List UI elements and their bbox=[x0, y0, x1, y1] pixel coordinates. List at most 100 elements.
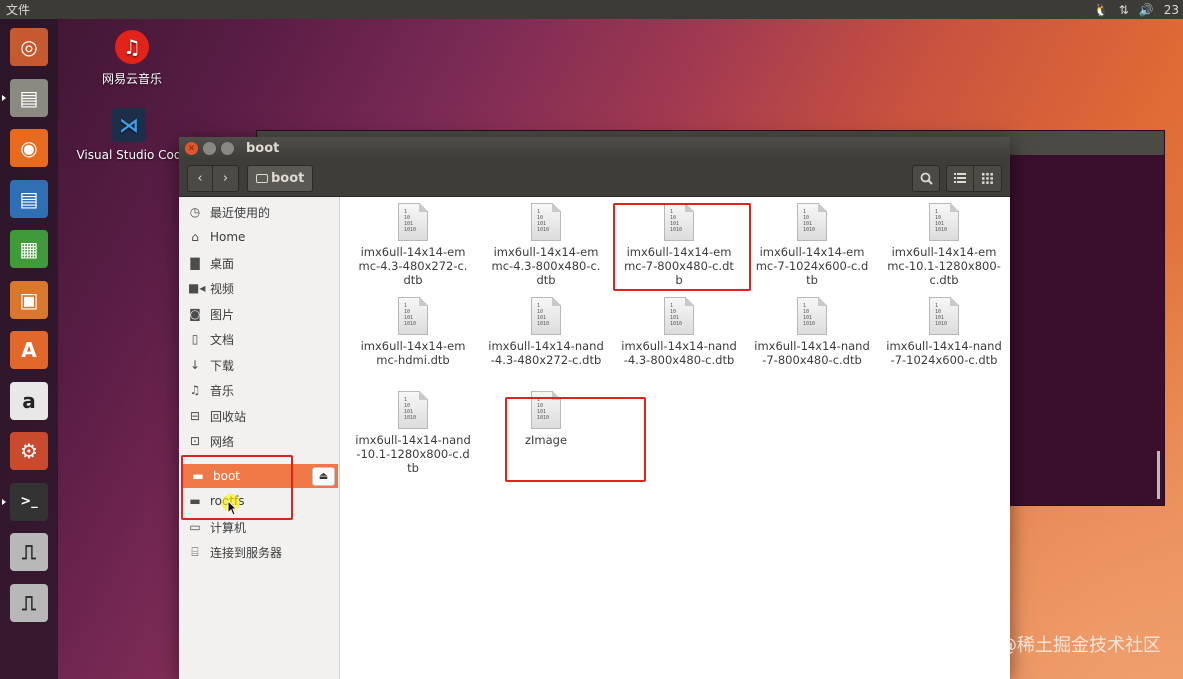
file-item[interactable]: 1 10 101 1010 imx6ull-14x14-emmc-4.3-480x… bbox=[355, 203, 471, 287]
camera-icon: ◙ bbox=[189, 307, 201, 321]
path-label: boot bbox=[271, 170, 305, 186]
launcher-item[interactable]: ⎍ bbox=[7, 530, 51, 574]
sidebar-item-label: 最近使用的 bbox=[210, 205, 271, 220]
file-item[interactable]: 1 10 101 1010 imx6ull-14x14-nand-4.3-480x… bbox=[488, 297, 604, 367]
libreoffice-writer-icon: ▤ bbox=[10, 179, 48, 218]
sidebar-item-回收站[interactable]: ⊟ 回收站 bbox=[179, 404, 340, 428]
binary-file-icon: 1 10 101 1010 bbox=[531, 203, 561, 241]
usb-drive-icon: ⎍ bbox=[10, 583, 48, 622]
launcher-item[interactable]: a bbox=[7, 379, 51, 423]
file-name: imx6ull-14x14-emmc-10.1-1280x800-c.dtb bbox=[887, 245, 1001, 287]
window-title: boot bbox=[246, 141, 280, 156]
sidebar-item-label: 回收站 bbox=[210, 409, 247, 424]
network-icon: ⊡ bbox=[189, 434, 201, 448]
network-indicator-icon[interactable]: ⇅ bbox=[1119, 3, 1129, 17]
minimize-icon[interactable] bbox=[203, 142, 216, 155]
eject-button[interactable]: ⏏ bbox=[312, 466, 335, 486]
sidebar-item-音乐[interactable]: ♫ 音乐 bbox=[179, 378, 340, 402]
desktop-icon-netease[interactable]: ♫ 网易云音乐 bbox=[92, 30, 172, 87]
file-icon-glyph: 1 10 101 1010 bbox=[404, 397, 417, 421]
close-icon[interactable]: ✕ bbox=[185, 142, 198, 155]
clock[interactable]: 23 bbox=[1164, 3, 1179, 17]
view-toggle bbox=[946, 164, 1002, 192]
sidebar-item-home[interactable]: ⌂ Home bbox=[179, 225, 340, 249]
sidebar-item-网络[interactable]: ⊡ 网络 bbox=[179, 429, 340, 453]
file-icon-glyph: 1 10 101 1010 bbox=[537, 303, 550, 327]
file-icon-glyph: 1 10 101 1010 bbox=[935, 209, 948, 233]
app-menu-file[interactable]: 文件 bbox=[0, 1, 30, 18]
launcher-item[interactable]: ▣ bbox=[7, 278, 51, 322]
binary-file-icon: 1 10 101 1010 bbox=[797, 297, 827, 335]
binary-file-icon: 1 10 101 1010 bbox=[398, 297, 428, 335]
file-item[interactable]: 1 10 101 1010 imx6ull-14x14-nand-4.3-800x… bbox=[621, 297, 737, 367]
sidebar-item-下载[interactable]: ↓ 下载 bbox=[179, 353, 340, 377]
toolbar-right bbox=[912, 164, 1002, 192]
files-cabinet-icon: ▤ bbox=[10, 78, 48, 117]
file-name: imx6ull-14x14-emmc-hdmi.dtb bbox=[360, 339, 466, 367]
running-indicator bbox=[2, 498, 6, 505]
launcher-item[interactable]: A bbox=[7, 328, 51, 372]
desktop-icon-vscode[interactable]: ⋊ Visual Studio Cod bbox=[74, 108, 184, 162]
trash-icon: ⊟ bbox=[189, 409, 201, 423]
launcher-item[interactable]: ▦ bbox=[7, 227, 51, 271]
usb-drive-icon: ⎍ bbox=[10, 533, 48, 571]
file-item[interactable]: 1 10 101 1010 imx6ull-14x14-nand-7-1024x6… bbox=[886, 297, 1002, 367]
list-view-button[interactable] bbox=[946, 164, 974, 192]
download-icon: ↓ bbox=[189, 358, 201, 372]
file-name: imx6ull-14x14-nand-7-800x480-c.dtb bbox=[754, 339, 870, 367]
home-icon: ⌂ bbox=[191, 230, 199, 244]
sidebar-item-桌面[interactable]: ▇ 桌面 bbox=[179, 251, 340, 275]
file-item[interactable]: 1 10 101 1010 imx6ull-14x14-nand-10.1-128… bbox=[355, 391, 471, 475]
maximize-icon[interactable] bbox=[221, 142, 234, 155]
launcher-item[interactable]: ◉ bbox=[7, 126, 51, 170]
top-panel: 文件 🐧 ⇅ 🔊 23 bbox=[0, 0, 1183, 19]
file-item[interactable]: 1 10 101 1010 imx6ull-14x14-emmc-4.3-800x… bbox=[488, 203, 604, 287]
document-icon: ▯ bbox=[191, 332, 199, 346]
volume-indicator-icon[interactable]: 🔊 bbox=[1139, 3, 1154, 17]
desktop-icon-label: Visual Studio Cod bbox=[76, 148, 182, 162]
sidebar-item-label: 连接到服务器 bbox=[210, 545, 283, 560]
path-bar-boot[interactable]: boot bbox=[247, 164, 314, 192]
sidebar-item-文档[interactable]: ▯ 文档 bbox=[179, 327, 340, 351]
sidebar-item-连接到服务器[interactable]: ⌸ 连接到服务器 bbox=[179, 540, 340, 564]
sidebar-item-图片[interactable]: ◙ 图片 bbox=[179, 302, 340, 326]
sidebar-item-最近使用的[interactable]: ◷ 最近使用的 bbox=[179, 200, 340, 224]
back-button[interactable]: ‹ bbox=[187, 164, 213, 192]
file-icon-glyph: 1 10 101 1010 bbox=[803, 209, 816, 233]
window-titlebar[interactable]: ✕ boot bbox=[179, 137, 1010, 160]
forward-button[interactable]: › bbox=[213, 164, 239, 192]
server-icon: ⌸ bbox=[191, 544, 199, 559]
video-icon: ■◂ bbox=[188, 281, 206, 295]
music-icon: ♫ bbox=[189, 383, 201, 397]
launcher-item[interactable]: ▤ bbox=[7, 177, 51, 221]
binary-file-icon: 1 10 101 1010 bbox=[929, 203, 959, 241]
indicator-area: 🐧 ⇅ 🔊 23 bbox=[1094, 3, 1183, 17]
launcher-item[interactable]: ▤ bbox=[2, 76, 51, 120]
grid-view-button[interactable] bbox=[974, 164, 1002, 192]
computer-icon: ▭ bbox=[189, 520, 201, 534]
file-item[interactable]: 1 10 101 1010 imx6ull-14x14-nand-7-800x48… bbox=[754, 297, 870, 367]
keyboard-indicator-icon[interactable]: 🐧 bbox=[1094, 3, 1109, 17]
ubuntu-dash-icon: ◎ bbox=[10, 28, 48, 66]
launcher-item[interactable]: ◎ bbox=[7, 25, 51, 69]
running-indicator bbox=[2, 94, 6, 101]
sidebar-item-label: Home bbox=[210, 230, 246, 244]
file-name: imx6ull-14x14-nand-4.3-480x272-c.dtb bbox=[488, 339, 604, 367]
launcher-item[interactable]: ⚙ bbox=[7, 429, 51, 473]
launcher-item[interactable]: ⎍ bbox=[7, 581, 51, 625]
sidebar-item-视频[interactable]: ■◂ 视频 bbox=[179, 276, 340, 300]
file-icon-glyph: 1 10 101 1010 bbox=[803, 303, 816, 327]
software-center-icon: A bbox=[10, 331, 48, 369]
desktop-icon-label: 网易云音乐 bbox=[101, 72, 162, 86]
file-item[interactable]: 1 10 101 1010 imx6ull-14x14-emmc-7-1024x6… bbox=[754, 203, 870, 287]
search-button[interactable] bbox=[912, 164, 940, 192]
highlight-box-dtb bbox=[613, 203, 751, 291]
binary-file-icon: 1 10 101 1010 bbox=[398, 203, 428, 241]
amazon-icon: a bbox=[10, 381, 48, 420]
highlight-box-sidebar bbox=[181, 455, 293, 520]
launcher-item[interactable]: >_ bbox=[2, 480, 51, 524]
file-item[interactable]: 1 10 101 1010 imx6ull-14x14-emmc-10.1-128… bbox=[886, 203, 1002, 287]
scrollbar[interactable] bbox=[1157, 451, 1160, 499]
file-name: imx6ull-14x14-emmc-4.3-800x480-c.dtb bbox=[491, 245, 601, 287]
file-item[interactable]: 1 10 101 1010 imx6ull-14x14-emmc-hdmi.dtb bbox=[355, 297, 471, 367]
